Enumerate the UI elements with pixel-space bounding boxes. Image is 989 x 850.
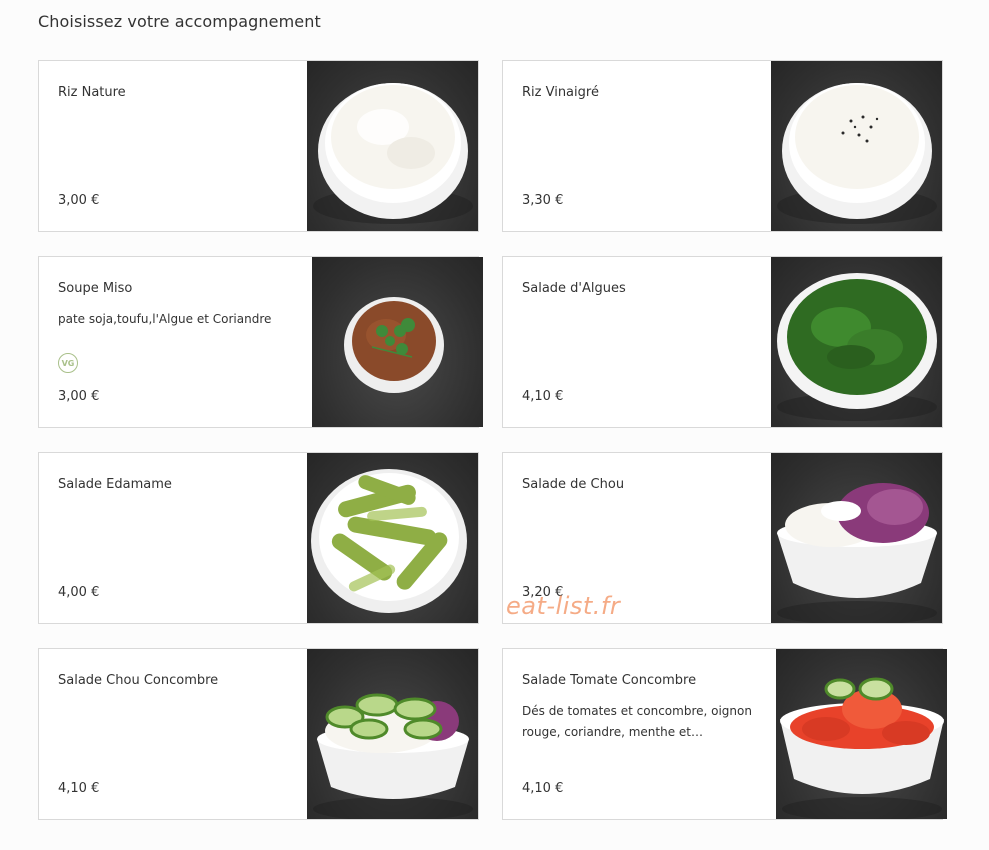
- item-name: Salade Tomate Concombre: [522, 673, 697, 688]
- card-body: Soupe Miso pate soja,toufu,l'Algue et Co…: [39, 257, 312, 427]
- menu-item-card[interactable]: Riz Nature 3,00 €: [38, 60, 479, 232]
- item-price: 3,30 €: [522, 193, 564, 208]
- card-body: Riz Nature 3,00 €: [39, 61, 307, 231]
- item-price: 4,00 €: [58, 585, 100, 600]
- item-price: 3,00 €: [58, 389, 100, 404]
- item-name: Riz Nature: [58, 85, 126, 100]
- item-image: [307, 61, 478, 231]
- card-body: Salade d'Algues 4,10 €: [503, 257, 771, 427]
- menu-item-card[interactable]: Riz Vinaigré 3,30 €: [502, 60, 943, 232]
- menu-item-card[interactable]: Soupe Miso pate soja,toufu,l'Algue et Co…: [38, 256, 483, 428]
- card-body: Salade Tomate Concombre Dés de tomates e…: [503, 649, 776, 819]
- menu-item-card[interactable]: Salade Chou Concombre 4,10 €: [38, 648, 479, 820]
- item-description: pate soja,toufu,l'Algue et Coriandre: [58, 312, 272, 326]
- item-image: [307, 453, 478, 623]
- menu-item-card[interactable]: Salade Tomate Concombre Dés de tomates e…: [502, 648, 947, 820]
- item-image: [307, 649, 478, 819]
- card-body: Salade Edamame 4,00 €: [39, 453, 307, 623]
- item-name: Soupe Miso: [58, 281, 133, 296]
- item-name: Salade Edamame: [58, 477, 172, 492]
- item-price: 4,10 €: [522, 781, 564, 796]
- item-name: Salade Chou Concombre: [58, 673, 219, 688]
- card-body: Riz Vinaigré 3,30 €: [503, 61, 771, 231]
- item-image: [776, 649, 947, 819]
- item-image: [312, 257, 483, 427]
- item-name: Riz Vinaigré: [522, 85, 599, 100]
- item-description: Dés de tomates et concombre, oignon roug…: [522, 704, 752, 739]
- item-price: 4,10 €: [58, 781, 100, 796]
- card-body: Salade Chou Concombre 4,10 €: [39, 649, 307, 819]
- item-image: [771, 61, 942, 231]
- watermark-text: eat-list.fr: [506, 592, 621, 620]
- item-price: 4,10 €: [522, 389, 564, 404]
- item-image: [771, 453, 942, 623]
- item-image: [771, 257, 942, 427]
- menu-item-card[interactable]: Salade Edamame 4,00 €: [38, 452, 479, 624]
- section-title: Choisissez votre accompagnement: [38, 12, 321, 31]
- item-name: Salade d'Algues: [522, 281, 626, 296]
- menu-item-card[interactable]: Salade d'Algues 4,10 €: [502, 256, 943, 428]
- item-name: Salade de Chou: [522, 477, 625, 492]
- item-price: 3,00 €: [58, 193, 100, 208]
- menu-grid: Riz Nature 3,00 € Riz Vinaigré 3,30 € So…: [38, 60, 947, 820]
- vegetarian-badge-icon: VG: [58, 353, 78, 373]
